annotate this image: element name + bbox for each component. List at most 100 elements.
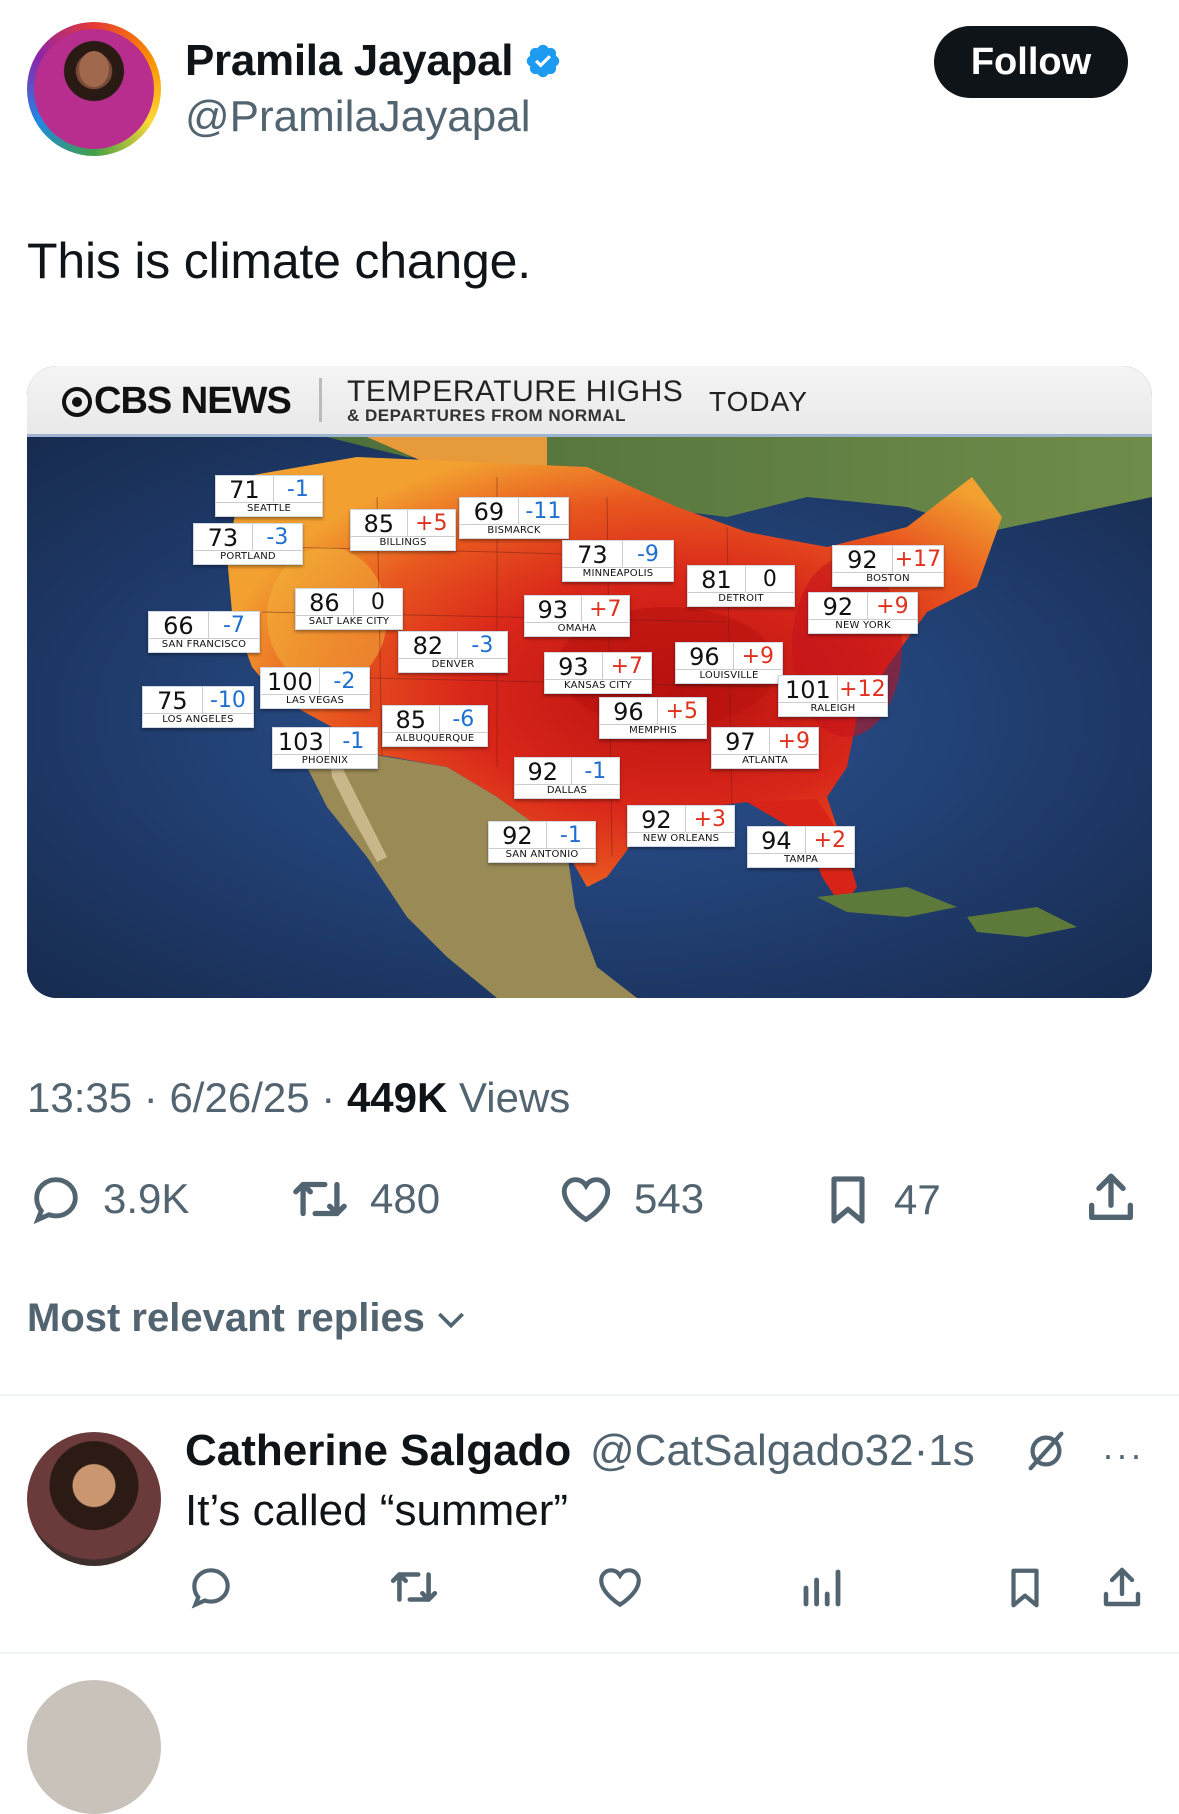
reply-count: 3.9K xyxy=(103,1175,190,1222)
like-count: 543 xyxy=(634,1175,705,1222)
city-name: MEMPHIS xyxy=(600,724,706,738)
city-label-portland: 73 -3 PORTLAND xyxy=(193,523,303,565)
city-name: KANSAS CITY xyxy=(545,679,651,693)
post-date[interactable]: 6/26/25 xyxy=(169,1074,309,1121)
city-label-bismarck: 69 -11 BISMARCK xyxy=(459,497,569,539)
author-name[interactable]: Pramila Jayapal xyxy=(185,36,513,86)
city-temp: 103 xyxy=(273,728,330,754)
author-handle[interactable]: @PramilaJayapal xyxy=(185,92,530,142)
city-name: SAN ANTONIO xyxy=(489,848,595,862)
reply-author-handle: @CatSalgado32 xyxy=(590,1426,914,1475)
city-temp: 92 xyxy=(833,546,893,572)
views-label: Views xyxy=(459,1074,571,1121)
city-label-seattle: 71 -1 SEATTLE xyxy=(215,475,323,517)
bookmark-count: 47 xyxy=(894,1176,941,1223)
reply-author-avatar[interactable] xyxy=(27,1432,161,1566)
more-icon[interactable]: ··· xyxy=(1102,1434,1144,1476)
city-name: BILLINGS xyxy=(351,536,455,550)
grok-icon[interactable] xyxy=(1022,1428,1070,1474)
city-temp: 86 xyxy=(296,589,354,615)
city-label-los-angeles: 75 -10 LOS ANGELES xyxy=(142,686,254,728)
city-name: NEW ORLEANS xyxy=(628,832,734,846)
city-label-tampa: 94 +2 TAMPA xyxy=(747,826,855,868)
city-temp: 69 xyxy=(460,498,519,524)
city-label-memphis: 96 +5 MEMPHIS xyxy=(599,697,707,739)
city-name: NEW YORK xyxy=(809,619,917,633)
city-departure: -9 xyxy=(636,542,659,567)
city-label-omaha: 93 +7 OMAHA xyxy=(524,595,630,637)
city-temp: 94 xyxy=(748,827,806,853)
share-icon xyxy=(1089,1173,1133,1220)
city-departure: -1 xyxy=(584,759,607,784)
city-name: TAMPA xyxy=(748,853,854,867)
follow-button[interactable]: Follow xyxy=(934,26,1128,98)
city-departure: +9 xyxy=(777,729,811,754)
city-name: DALLAS xyxy=(515,784,619,798)
city-departure: -10 xyxy=(209,688,246,713)
graphic-period: TODAY xyxy=(709,386,808,417)
brand-label: CBS NEWS xyxy=(94,380,292,422)
city-departure: -1 xyxy=(286,477,309,502)
city-temp: 92 xyxy=(628,806,686,832)
city-label-minneapolis: 73 -9 MINNEAPOLIS xyxy=(562,540,674,582)
city-departure: +5 xyxy=(415,511,448,536)
city-departure: -11 xyxy=(525,499,562,524)
city-name: LOS ANGELES xyxy=(143,713,253,727)
reply-share-icon[interactable] xyxy=(1098,1562,1146,1614)
city-temp: 71 xyxy=(216,476,274,502)
reply-author-handle-time[interactable]: @CatSalgado32·1s xyxy=(590,1426,975,1476)
city-name: DENVER xyxy=(399,658,507,672)
city-departure: +9 xyxy=(876,594,909,619)
reply-author-name[interactable]: Catherine Salgado xyxy=(185,1426,571,1476)
chevron-down-icon xyxy=(437,1312,464,1328)
post-time[interactable]: 13:35 xyxy=(27,1074,132,1121)
city-label-san-francisco: 66 -7 SAN FRANCISCO xyxy=(148,611,260,653)
analytics-icon[interactable] xyxy=(798,1562,846,1614)
reply-repost-icon[interactable] xyxy=(386,1562,442,1612)
city-name: DETROIT xyxy=(688,592,794,606)
repost-button[interactable]: 480 xyxy=(288,1170,440,1228)
city-label-detroit: 81 0 DETROIT xyxy=(687,565,795,607)
bookmark-button[interactable]: 47 xyxy=(820,1170,941,1230)
city-temp: 92 xyxy=(489,822,547,848)
reply-reply-icon[interactable] xyxy=(186,1562,236,1612)
city-label-denver: 82 -3 DENVER xyxy=(398,631,508,673)
next-reply-avatar[interactable] xyxy=(27,1680,161,1814)
reply-button[interactable]: 3.9K xyxy=(27,1170,189,1228)
city-name: SEATTLE xyxy=(216,502,322,516)
city-temp: 73 xyxy=(563,541,623,567)
city-departure: +7 xyxy=(589,597,622,622)
like-button[interactable]: 543 xyxy=(556,1170,704,1228)
city-label-atlanta: 97 +9 ATLANTA xyxy=(711,727,819,769)
city-temp: 101 xyxy=(779,676,838,702)
divider xyxy=(0,1652,1179,1654)
replies-sort-label: Most relevant replies xyxy=(27,1296,425,1340)
city-departure: -1 xyxy=(342,729,365,754)
city-name: BOSTON xyxy=(833,572,943,586)
repost-count: 480 xyxy=(370,1175,441,1222)
city-label-salt-lake-city: 86 0 SALT LAKE CITY xyxy=(295,588,403,630)
author-avatar[interactable] xyxy=(27,22,161,156)
city-name: PORTLAND xyxy=(194,550,302,564)
city-temp: 92 xyxy=(515,758,572,784)
city-name: PHOENIX xyxy=(273,754,377,768)
like-icon xyxy=(561,1177,611,1223)
city-temp: 92 xyxy=(809,593,868,619)
city-temp: 81 xyxy=(688,566,746,592)
city-label-phoenix: 103 -1 PHOENIX xyxy=(272,727,378,769)
share-button[interactable] xyxy=(1082,1168,1140,1228)
city-temp: 82 xyxy=(399,632,458,658)
replies-sort-dropdown[interactable]: Most relevant replies xyxy=(27,1296,471,1341)
post-meta: 13:35 · 6/26/25 · 449K Views xyxy=(27,1074,570,1122)
city-label-dallas: 92 -1 DALLAS xyxy=(514,757,620,799)
city-name: OMAHA xyxy=(525,622,629,636)
cbs-eye-icon xyxy=(62,387,92,417)
reply-bookmark-icon[interactable] xyxy=(1002,1562,1048,1614)
views-count: 449K xyxy=(346,1074,448,1121)
city-name: ATLANTA xyxy=(712,754,818,768)
post-image[interactable]: CBS NEWS TEMPERATURE HIGHS & DEPARTURES … xyxy=(27,366,1152,998)
city-label-louisville: 96 +9 LOUISVILLE xyxy=(675,642,783,684)
reply-like-icon[interactable] xyxy=(594,1562,646,1612)
city-temp: 73 xyxy=(194,524,253,550)
city-label-new-york: 92 +9 NEW YORK xyxy=(808,592,918,634)
